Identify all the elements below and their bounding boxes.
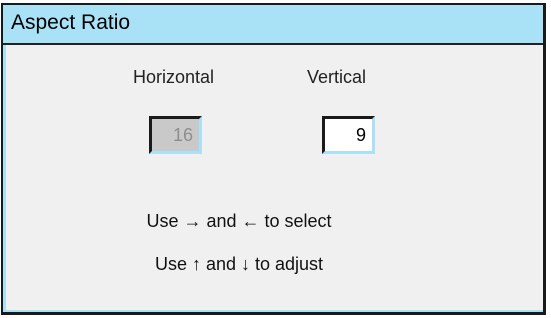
adjust-hint: Use ↑ and ↓ to adjust [154, 254, 324, 274]
aspect-ratio-dialog: Aspect Ratio Horizontal Vertical 16 9 Us… [1, 3, 546, 315]
vertical-label: Vertical [307, 67, 367, 87]
dialog-title: Aspect Ratio [11, 11, 131, 34]
vertical-value-field[interactable]: 9 [322, 116, 375, 154]
horizontal-value-field[interactable]: 16 [149, 116, 202, 154]
select-hint: Use → and ← to select [146, 211, 332, 231]
title-bar: Aspect Ratio [3, 5, 543, 45]
bottom-border-accent [3, 310, 543, 312]
horizontal-label: Horizontal [133, 67, 215, 87]
